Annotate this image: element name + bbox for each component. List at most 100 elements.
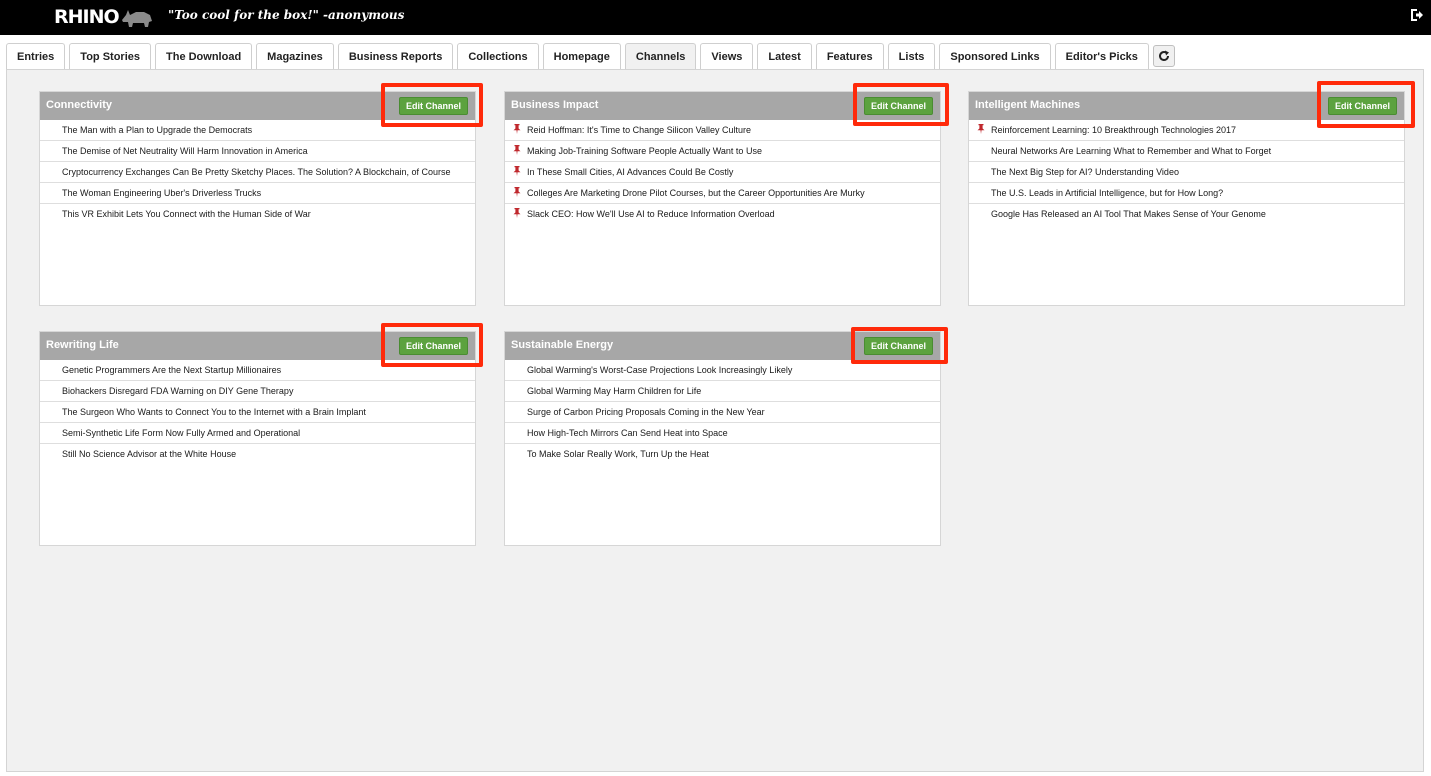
pin-icon (513, 124, 521, 134)
tab-collections[interactable]: Collections (457, 43, 539, 70)
article-title: The Surgeon Who Wants to Connect You to … (62, 407, 366, 417)
article-title: Slack CEO: How We'll Use AI to Reduce In… (527, 209, 775, 219)
tab-the-download[interactable]: The Download (155, 43, 253, 70)
article-title: The Next Big Step for AI? Understanding … (991, 167, 1179, 177)
article-title: Global Warming May Harm Children for Lif… (527, 386, 702, 396)
article-list: Reid Hoffman: It's Time to Change Silico… (505, 120, 940, 224)
pin-icon (513, 166, 521, 176)
article-title: Global Warming's Worst-Case Projections … (527, 365, 793, 375)
tab-editors-picks[interactable]: Editor's Picks (1054, 43, 1149, 70)
pin-icon (513, 208, 521, 218)
channel-header: Sustainable Energy Edit Channel (505, 332, 940, 360)
channel-header: Rewriting Life Edit Channel (40, 332, 475, 360)
article-list: The Man with a Plan to Upgrade the Democ… (40, 120, 475, 224)
tagline: "Too cool for the box!" -anonymous (168, 8, 405, 22)
list-item[interactable]: How High-Tech Mirrors Can Send Heat into… (505, 423, 940, 444)
article-title: Genetic Programmers Are the Next Startup… (62, 365, 282, 375)
channel-panel-sustainable-energy: Sustainable Energy Edit Channel Global W… (504, 331, 941, 546)
article-title: Colleges Are Marketing Drone Pilot Cours… (527, 188, 865, 198)
pin-icon (513, 145, 521, 155)
pin-icon (513, 187, 521, 197)
channel-panel-connectivity: Connectivity Edit Channel The Man with a… (39, 91, 476, 306)
tab-sponsored-links[interactable]: Sponsored Links (939, 43, 1051, 70)
list-item[interactable]: Global Warming May Harm Children for Lif… (505, 381, 940, 402)
list-item[interactable]: In These Small Cities, AI Advances Could… (505, 162, 940, 183)
rhino-logo[interactable]: RHINO (54, 4, 154, 30)
list-item[interactable]: The Surgeon Who Wants to Connect You to … (40, 402, 475, 423)
list-item[interactable]: Surge of Carbon Pricing Proposals Coming… (505, 402, 940, 423)
article-title: The Man with a Plan to Upgrade the Democ… (62, 125, 253, 135)
list-item[interactable]: Global Warming's Worst-Case Projections … (505, 360, 940, 381)
list-item[interactable]: Reid Hoffman: It's Time to Change Silico… (505, 120, 940, 141)
article-title: This VR Exhibit Lets You Connect with th… (62, 209, 311, 219)
tab-business-reports[interactable]: Business Reports (337, 43, 454, 70)
logout-icon[interactable] (1410, 8, 1424, 22)
channel-header: Connectivity Edit Channel (40, 92, 475, 120)
channel-header: Intelligent Machines Edit Channel (969, 92, 1404, 120)
article-title: Making Job-Training Software People Actu… (527, 146, 762, 156)
tab-channels[interactable]: Channels (624, 43, 697, 70)
list-item[interactable]: Biohackers Disregard FDA Warning on DIY … (40, 381, 475, 402)
article-title: Surge of Carbon Pricing Proposals Coming… (527, 407, 765, 417)
edit-channel-button[interactable]: Edit Channel (398, 337, 468, 355)
list-item[interactable]: To Make Solar Really Work, Turn Up the H… (505, 444, 940, 464)
channel-title: Sustainable Energy (511, 339, 614, 351)
tab-views[interactable]: Views (700, 43, 754, 70)
channels-content: Connectivity Edit Channel The Man with a… (6, 69, 1424, 772)
list-item[interactable]: Reinforcement Learning: 10 Breakthrough … (969, 120, 1404, 141)
article-title: Cryptocurrency Exchanges Can Be Pretty S… (62, 167, 451, 177)
tab-magazines[interactable]: Magazines (256, 43, 334, 70)
article-list: Reinforcement Learning: 10 Breakthrough … (969, 120, 1404, 224)
list-item[interactable]: Google Has Released an AI Tool That Make… (969, 204, 1404, 224)
article-title: In These Small Cities, AI Advances Could… (527, 167, 734, 177)
list-item[interactable]: Semi-Synthetic Life Form Now Fully Armed… (40, 423, 475, 444)
tab-top-stories[interactable]: Top Stories (69, 43, 151, 70)
channel-panel-business-impact: Business Impact Edit Channel Reid Hoffma… (504, 91, 941, 306)
tab-features[interactable]: Features (815, 43, 884, 70)
list-item[interactable]: Still No Science Advisor at the White Ho… (40, 444, 475, 464)
channel-panel-rewriting-life: Rewriting Life Edit Channel Genetic Prog… (39, 331, 476, 546)
list-item[interactable]: The U.S. Leads in Artificial Intelligenc… (969, 183, 1404, 204)
list-item[interactable]: Making Job-Training Software People Actu… (505, 141, 940, 162)
list-item[interactable]: This VR Exhibit Lets You Connect with th… (40, 204, 475, 224)
tab-latest[interactable]: Latest (757, 43, 812, 70)
article-title: Neural Networks Are Learning What to Rem… (991, 146, 1272, 156)
list-item[interactable]: Slack CEO: How We'll Use AI to Reduce In… (505, 204, 940, 224)
article-title: How High-Tech Mirrors Can Send Heat into… (527, 428, 728, 438)
list-item[interactable]: The Man with a Plan to Upgrade the Democ… (40, 120, 475, 141)
article-title: Biohackers Disregard FDA Warning on DIY … (62, 386, 294, 396)
tab-homepage[interactable]: Homepage (542, 43, 621, 70)
article-title: The Demise of Net Neutrality Will Harm I… (62, 146, 308, 156)
channel-panel-intelligent-machines: Intelligent Machines Edit Channel Reinfo… (968, 91, 1405, 306)
edit-channel-button[interactable]: Edit Channel (1327, 97, 1397, 115)
channel-header: Business Impact Edit Channel (505, 92, 940, 120)
tab-lists[interactable]: Lists (887, 43, 936, 70)
list-item[interactable]: The Demise of Net Neutrality Will Harm I… (40, 141, 475, 162)
article-title: Reinforcement Learning: 10 Breakthrough … (991, 125, 1236, 135)
rhino-icon (121, 10, 152, 27)
list-item[interactable]: The Next Big Step for AI? Understanding … (969, 162, 1404, 183)
channel-title: Business Impact (511, 99, 599, 111)
list-item[interactable]: Genetic Programmers Are the Next Startup… (40, 360, 475, 381)
channel-title: Connectivity (46, 99, 113, 111)
article-title: Google Has Released an AI Tool That Make… (991, 209, 1266, 219)
article-title: The U.S. Leads in Artificial Intelligenc… (991, 188, 1224, 198)
edit-channel-button[interactable]: Edit Channel (863, 337, 933, 355)
list-item[interactable]: The Woman Engineering Uber's Driverless … (40, 183, 475, 204)
list-item[interactable]: Neural Networks Are Learning What to Rem… (969, 141, 1404, 162)
list-item[interactable]: Cryptocurrency Exchanges Can Be Pretty S… (40, 162, 475, 183)
article-title: Still No Science Advisor at the White Ho… (62, 449, 237, 459)
list-item[interactable]: Colleges Are Marketing Drone Pilot Cours… (505, 183, 940, 204)
article-title: Semi-Synthetic Life Form Now Fully Armed… (62, 428, 301, 438)
edit-channel-button[interactable]: Edit Channel (863, 97, 933, 115)
refresh-button[interactable] (1152, 45, 1175, 67)
article-title: The Woman Engineering Uber's Driverless … (62, 188, 262, 198)
article-list: Global Warming's Worst-Case Projections … (505, 360, 940, 464)
article-title: To Make Solar Really Work, Turn Up the H… (527, 449, 709, 459)
edit-channel-button[interactable]: Edit Channel (398, 97, 468, 115)
top-bar: RHINO "Too cool for the box!" -anonymous (0, 0, 1431, 35)
pin-icon (977, 124, 985, 134)
channel-title: Rewriting Life (46, 339, 119, 351)
tab-entries[interactable]: Entries (6, 43, 66, 70)
logo-text: RHINO (54, 6, 120, 28)
